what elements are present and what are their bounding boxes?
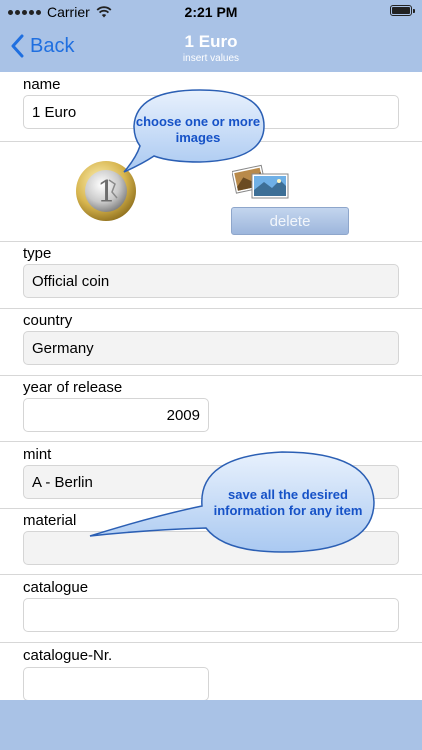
status-bar: Carrier 2:21 PM	[0, 0, 422, 24]
type-label: type	[23, 245, 52, 262]
delete-image-button[interactable]: delete	[231, 207, 349, 235]
mint-label: mint	[23, 446, 52, 463]
catalogue-nr-label: catalogue-Nr.	[23, 647, 113, 664]
catalogue-field[interactable]	[23, 598, 399, 632]
navigation-bar: Carrier 2:21 PM Back 1 Euro insert value…	[0, 0, 422, 72]
year-field[interactable]: 2009	[23, 398, 209, 432]
bottom-toolbar	[0, 700, 422, 750]
battery-icon	[390, 5, 415, 16]
type-field[interactable]: Official coin	[23, 264, 399, 298]
nav-header: Back 1 Euro insert values	[0, 26, 422, 70]
year-row: year of release 2009	[0, 376, 422, 442]
clock: 2:21 PM	[184, 4, 238, 20]
material-label: material	[23, 512, 77, 529]
catalogue-label: catalogue	[23, 579, 89, 596]
country-row: country Germany	[0, 309, 422, 376]
country-label: country	[23, 312, 73, 329]
country-field[interactable]: Germany	[23, 331, 399, 365]
tip-text-save: save all the desired information for any…	[213, 487, 363, 518]
catalogue-row: catalogue	[0, 575, 422, 643]
page-subtitle: insert values	[182, 53, 240, 64]
name-label: name	[23, 76, 61, 93]
page-title: 1 Euro	[184, 32, 238, 51]
catalogue-nr-field[interactable]	[23, 667, 209, 701]
year-label: year of release	[23, 379, 123, 396]
type-row: type Official coin	[0, 242, 422, 309]
tip-text-images: choose one or more images	[135, 114, 261, 145]
